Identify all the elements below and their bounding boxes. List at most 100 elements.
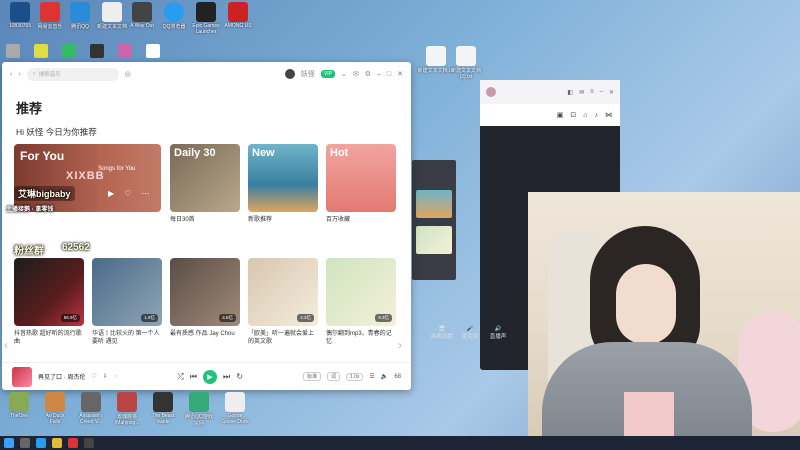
- search-input[interactable]: ⌕ 搜索音乐: [26, 67, 119, 81]
- mic-tool[interactable]: 🎤 麦克风: [456, 326, 484, 340]
- bell-icon[interactable]: ♪: [595, 112, 599, 119]
- game-icon: [117, 392, 137, 412]
- text-file-icon: [456, 46, 476, 66]
- thumbnail[interactable]: [416, 190, 452, 218]
- shuffle-icon[interactable]: ⤮: [177, 372, 183, 382]
- card-controls: ▶ ♡ ⋯: [108, 189, 149, 198]
- overlay-streamer-name: 艾琳bigbaby: [14, 186, 75, 201]
- play-icon[interactable]: ▶: [108, 189, 114, 198]
- carousel-prev-icon[interactable]: ‹: [4, 338, 8, 352]
- playlist-card[interactable]: 2.3亿: [248, 258, 318, 326]
- camera-tool[interactable]: 🖥 画面设置: [428, 326, 456, 340]
- now-playing-title[interactable]: 再见了口 · 周杰伦: [38, 372, 85, 381]
- webcam-overlay: [528, 192, 800, 436]
- windows-start-icon[interactable]: [4, 438, 14, 448]
- forward-icon[interactable]: ›: [18, 71, 20, 78]
- game-icon: [132, 2, 152, 22]
- desktop-file-2[interactable]: 新建文本文档 (2).txt: [446, 46, 486, 80]
- card-title[interactable]: 「欧美」听一遍就会爱上的英文歌: [248, 330, 318, 346]
- card-title[interactable]: 华语丨比较火的 第一个人要听 遇见: [92, 330, 162, 346]
- card-title[interactable]: 每日30首: [170, 216, 240, 224]
- thumbnail[interactable]: [416, 226, 452, 254]
- download-icon[interactable]: ⇩: [103, 373, 108, 380]
- username[interactable]: 妖怪: [301, 69, 315, 79]
- menu-icon[interactable]: ≡: [590, 89, 594, 95]
- app-icon[interactable]: [34, 44, 48, 58]
- message-icon[interactable]: ✉: [353, 70, 359, 78]
- store-icon[interactable]: ▣: [557, 111, 564, 119]
- app-icon[interactable]: [146, 44, 160, 58]
- avatar[interactable]: [486, 87, 496, 97]
- desktop-icon[interactable]: Ao Duck Falls: [40, 392, 70, 427]
- app-icon[interactable]: [84, 438, 94, 448]
- share-icon[interactable]: ⋈: [605, 111, 612, 119]
- speed-button[interactable]: 1.0x: [345, 372, 364, 381]
- user-avatar[interactable]: [284, 69, 295, 79]
- hot-card[interactable]: Hot: [326, 144, 396, 212]
- heart-icon[interactable]: ♡: [124, 189, 131, 198]
- heart-icon[interactable]: ♡: [91, 373, 96, 380]
- app-icon[interactable]: [118, 44, 132, 58]
- card-title[interactable]: 偶尔翻到mp3，青春的记忆: [326, 330, 396, 346]
- for-you-card[interactable]: For You Songs for You XIXBB ▶ ♡ ⋯: [14, 144, 161, 212]
- more-icon[interactable]: ⋯: [141, 189, 149, 198]
- playlist-card[interactable]: 4.5亿: [170, 258, 240, 326]
- playlist-icon[interactable]: ☰: [369, 373, 374, 380]
- mail-icon[interactable]: ✉: [579, 89, 584, 96]
- app-icon[interactable]: [90, 44, 104, 58]
- app-icon[interactable]: [62, 44, 76, 58]
- settings-icon[interactable]: ⚙: [365, 70, 371, 78]
- desktop-icon[interactable]: 雀魂麻将 (Mahjong...: [112, 392, 142, 427]
- minimize-icon[interactable]: –: [600, 89, 603, 95]
- desktop-icons-row2: [6, 44, 160, 58]
- app-icon[interactable]: [6, 44, 20, 58]
- card-big-label: Daily 30: [174, 147, 216, 159]
- netease-music-icon[interactable]: [68, 438, 78, 448]
- volume-icon[interactable]: 🔈: [381, 373, 388, 380]
- new-songs-card[interactable]: New: [248, 144, 318, 212]
- browser-icon[interactable]: [36, 438, 46, 448]
- desktop-icon[interactable]: The Beast Inside: [148, 392, 178, 427]
- quality-button[interactable]: 标准: [302, 372, 321, 381]
- card-title[interactable]: 最有质感 作品 Jay Chou: [170, 330, 240, 338]
- card-title[interactable]: 抖音热歌 超好听的流行歌曲: [14, 330, 84, 346]
- minimize-icon[interactable]: –: [377, 71, 381, 78]
- lock-icon[interactable]: ⊡: [570, 111, 576, 119]
- next-icon[interactable]: ⏭: [223, 372, 230, 382]
- audio-tool[interactable]: 🔊 直播声: [484, 326, 512, 340]
- close-icon[interactable]: ✕: [609, 89, 614, 96]
- repeat-icon[interactable]: ↻: [236, 372, 243, 381]
- close-icon[interactable]: ✕: [397, 70, 403, 78]
- lyric-button[interactable]: 词: [326, 372, 340, 381]
- desktop-icon[interactable]: TheOne: [4, 392, 34, 427]
- vip-badge[interactable]: VIP: [320, 70, 335, 78]
- now-playing-cover[interactable]: [12, 366, 32, 387]
- desktop-icon[interactable]: Goose Goose Duck: [220, 392, 250, 427]
- playlist-card[interactable]: 9.3亿: [326, 258, 396, 326]
- game-icon: [225, 392, 245, 412]
- shirt-icon[interactable]: ⌂: [583, 112, 587, 119]
- comment-icon[interactable]: ◌: [114, 374, 118, 380]
- app-topbar: ‹ › ⌕ 搜索音乐 ◎ 妖怪 VIP ⌄ ✉ ⚙ – □ ✕: [2, 62, 411, 86]
- mic-icon[interactable]: ◎: [125, 70, 131, 78]
- page-title: 推荐: [16, 101, 43, 116]
- chevron-down-icon[interactable]: ⌄: [341, 70, 347, 78]
- playlist-card[interactable]: 56.9亿: [14, 258, 84, 326]
- card-big-label: New: [252, 147, 275, 159]
- card-title[interactable]: 百万收藏: [326, 216, 396, 224]
- daily-30-card[interactable]: Daily 30: [170, 144, 240, 212]
- carousel-next-icon[interactable]: ›: [398, 338, 402, 352]
- desktop-icon[interactable]: 腾讯QQ游戏 宗网: [184, 392, 214, 427]
- desktop-icon-amongus[interactable]: AMONG US: [218, 2, 258, 29]
- back-icon[interactable]: ‹: [10, 71, 12, 78]
- card-title[interactable]: 新歌推荐: [248, 216, 318, 224]
- playlist-card[interactable]: 1.9亿: [92, 258, 162, 326]
- search-icon[interactable]: [20, 438, 30, 448]
- play-button[interactable]: ▶: [203, 369, 217, 384]
- maximize-icon[interactable]: □: [387, 71, 391, 78]
- gift-icon[interactable]: ◧: [567, 89, 573, 96]
- previous-icon[interactable]: ⏮: [190, 372, 197, 382]
- desktop-icon[interactable]: Assassin's Creed V...: [76, 392, 106, 427]
- desktop-icons-bottom: TheOne Ao Duck Falls Assassin's Creed V.…: [4, 392, 250, 427]
- folder-icon[interactable]: [52, 438, 62, 448]
